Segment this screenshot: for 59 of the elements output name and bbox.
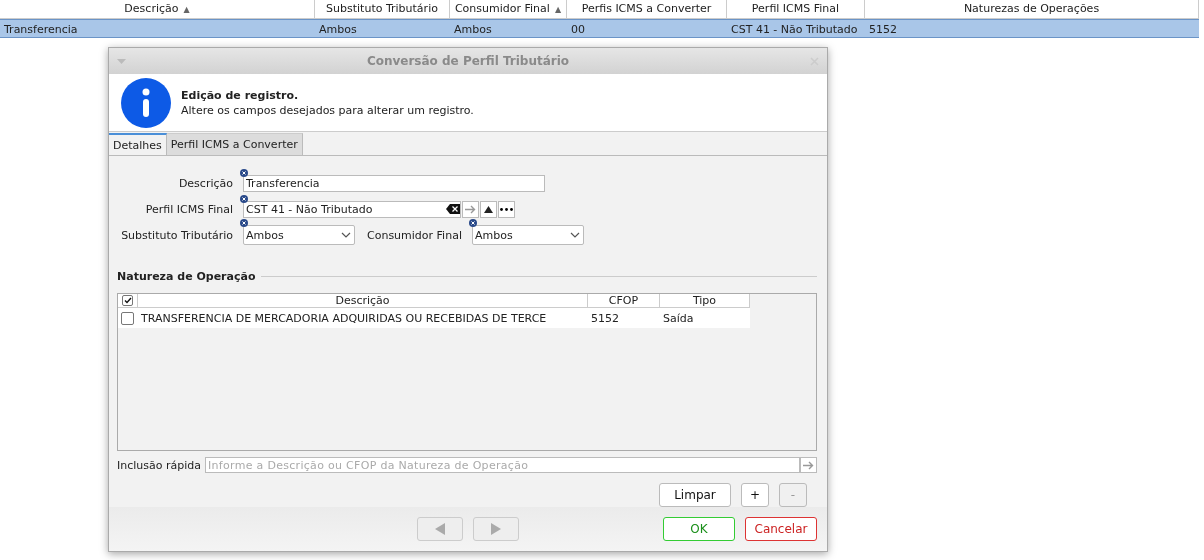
ellipsis-icon bbox=[500, 207, 513, 211]
column-header[interactable]: Tipo bbox=[660, 294, 750, 308]
window-title: Conversão de Perfil Tributário bbox=[366, 54, 570, 68]
clear-icon[interactable] bbox=[446, 204, 460, 214]
tab[interactable]: Perfil ICMS a Converter bbox=[166, 133, 303, 155]
column-header[interactable]: CFOP bbox=[588, 294, 660, 308]
section-title: Natureza de Operação bbox=[117, 270, 256, 283]
required-icon bbox=[468, 219, 477, 227]
checkbox[interactable] bbox=[121, 311, 134, 325]
table-cell: 5152 bbox=[865, 19, 1199, 38]
column-header[interactable]: Naturezas de Operações bbox=[865, 0, 1199, 19]
column-header[interactable]: Perfil ICMS Final bbox=[727, 0, 865, 19]
input-field[interactable]: Transferencia bbox=[243, 174, 545, 192]
dropdown[interactable]: Ambos bbox=[243, 225, 355, 245]
menu-caret-icon[interactable] bbox=[117, 58, 126, 64]
table-cell: CST 41 - Não Tributado bbox=[727, 19, 865, 38]
table-cell: Ambos bbox=[450, 19, 567, 38]
check-icon bbox=[123, 297, 132, 304]
action-button[interactable]: Limpar bbox=[659, 483, 731, 507]
column-header[interactable]: Consumidor Final ▲ bbox=[450, 0, 567, 19]
arrow-right-icon bbox=[465, 204, 476, 214]
field-label: Substituto Tributário bbox=[120, 228, 234, 242]
table-cell: Transferencia bbox=[0, 19, 315, 38]
column-header[interactable]: Substituto Tributário bbox=[315, 0, 450, 19]
header-title: Edição de registro. bbox=[181, 88, 300, 102]
field-label: Consumidor Final bbox=[366, 228, 463, 242]
table-cell: 5152 bbox=[588, 308, 660, 328]
chevron-down-icon bbox=[341, 232, 351, 238]
action-button[interactable]: + bbox=[741, 483, 769, 507]
triangle-right-icon bbox=[491, 523, 501, 535]
table-cell: Ambos bbox=[315, 19, 450, 38]
quick-add-field[interactable]: Informe a Descrição ou CFOP da Natureza de Operação bbox=[205, 457, 800, 473]
checkbox[interactable] bbox=[122, 295, 133, 306]
info-icon bbox=[121, 77, 171, 128]
cancel-button[interactable]: Cancelar bbox=[745, 517, 817, 541]
required-icon bbox=[240, 194, 248, 203]
up-button[interactable] bbox=[480, 200, 497, 218]
tab[interactable]: Detalhes bbox=[109, 133, 167, 155]
column-header[interactable]: Perfis ICMS a Converter bbox=[567, 0, 727, 19]
field-label: Perfil ICMS Final bbox=[144, 202, 234, 216]
dropdown[interactable]: Ambos bbox=[471, 225, 584, 245]
go-button[interactable] bbox=[800, 457, 817, 473]
required-icon bbox=[240, 168, 248, 177]
more-button[interactable] bbox=[498, 200, 515, 218]
column-header[interactable]: Descrição ▲ bbox=[0, 0, 315, 19]
chevron-down-icon bbox=[569, 232, 580, 238]
arrow-right-icon bbox=[803, 460, 814, 470]
field-label: Descrição bbox=[177, 176, 234, 190]
required-icon bbox=[240, 219, 248, 227]
input-field[interactable]: CST 41 - Não Tributado bbox=[243, 200, 461, 218]
table-cell: Saída bbox=[660, 308, 750, 328]
triangle-up-icon bbox=[484, 205, 493, 213]
column-header[interactable]: Descrição bbox=[138, 294, 588, 308]
table-cell: TRANSFERENCIA DE MERCADORIA ADQUIRIDAS OU RECEBIDAS DE TERCE bbox=[138, 308, 588, 328]
field-label: Inclusão rápida bbox=[117, 458, 201, 472]
triangle-left-icon bbox=[435, 523, 445, 535]
table-cell: 00 bbox=[567, 19, 727, 38]
ok-button[interactable]: OK bbox=[663, 517, 735, 541]
header-text: Altere os campos desejados para alterar um registro. bbox=[181, 103, 474, 117]
